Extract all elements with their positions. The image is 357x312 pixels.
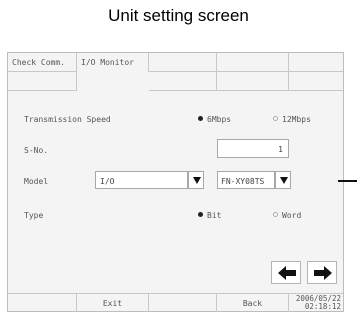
next-page-button[interactable] bbox=[307, 261, 337, 284]
type-bit-radio[interactable]: Bit bbox=[198, 211, 221, 220]
model-select[interactable]: FN-XY08TS bbox=[217, 171, 275, 189]
datetime-cell: 2006/05/22 02:18:12 bbox=[289, 294, 343, 312]
datetime-display: 2006/05/22 02:18:12 bbox=[296, 295, 341, 311]
type-word-radio[interactable]: Word bbox=[273, 211, 301, 220]
time-text: 02:18:12 bbox=[304, 302, 341, 311]
tab-row2-cell bbox=[8, 72, 77, 91]
prev-page-button[interactable] bbox=[271, 261, 301, 284]
bottom-bar: Exit Back 2006/05/22 02:18:12 bbox=[8, 293, 343, 312]
tab-bar: Check Comm. I/O Monitor bbox=[8, 53, 343, 91]
speed-6mbps-radio[interactable]: 6Mbps bbox=[198, 115, 231, 124]
type-label: Type bbox=[24, 211, 44, 220]
bottom-cell bbox=[8, 294, 77, 312]
model-label: Model bbox=[24, 177, 49, 186]
tab-row2-cell bbox=[149, 72, 217, 91]
tab-row2-cell bbox=[217, 72, 289, 91]
tab-empty-3 bbox=[149, 53, 217, 72]
tab-io-monitor[interactable]: I/O Monitor bbox=[77, 53, 149, 72]
tab-empty-4 bbox=[217, 53, 289, 72]
model-category-dropdown-button[interactable] bbox=[188, 171, 204, 189]
transmission-speed-label: Transmission Speed bbox=[24, 115, 111, 124]
triangle-down-icon bbox=[280, 177, 288, 184]
left-arrow-icon bbox=[278, 266, 296, 280]
screen-caption: Unit setting screen bbox=[108, 6, 249, 25]
radio-unselected-icon bbox=[273, 116, 278, 121]
bottom-cell bbox=[149, 294, 217, 312]
right-arrow-icon bbox=[314, 266, 332, 280]
tab-empty-5 bbox=[289, 53, 343, 72]
model-category-select[interactable]: I/O bbox=[95, 171, 188, 189]
radio-unselected-icon bbox=[273, 212, 278, 217]
triangle-down-icon bbox=[193, 177, 201, 184]
callout-pointer-line bbox=[338, 180, 357, 182]
model-dropdown-button[interactable] bbox=[275, 171, 291, 189]
unit-setting-panel: Check Comm. I/O Monitor Transmission Spe… bbox=[7, 52, 344, 312]
tab-check-comm[interactable]: Check Comm. bbox=[8, 53, 77, 72]
tab-row2-cell bbox=[289, 72, 343, 91]
radio-selected-icon bbox=[198, 212, 203, 217]
radio-selected-icon bbox=[198, 116, 203, 121]
speed-12mbps-radio[interactable]: 12Mbps bbox=[273, 115, 311, 124]
back-button[interactable]: Back bbox=[217, 294, 289, 312]
exit-button[interactable]: Exit bbox=[77, 294, 149, 312]
s-no-field[interactable]: 1 bbox=[217, 139, 289, 158]
s-no-label: S-No. bbox=[24, 146, 49, 155]
